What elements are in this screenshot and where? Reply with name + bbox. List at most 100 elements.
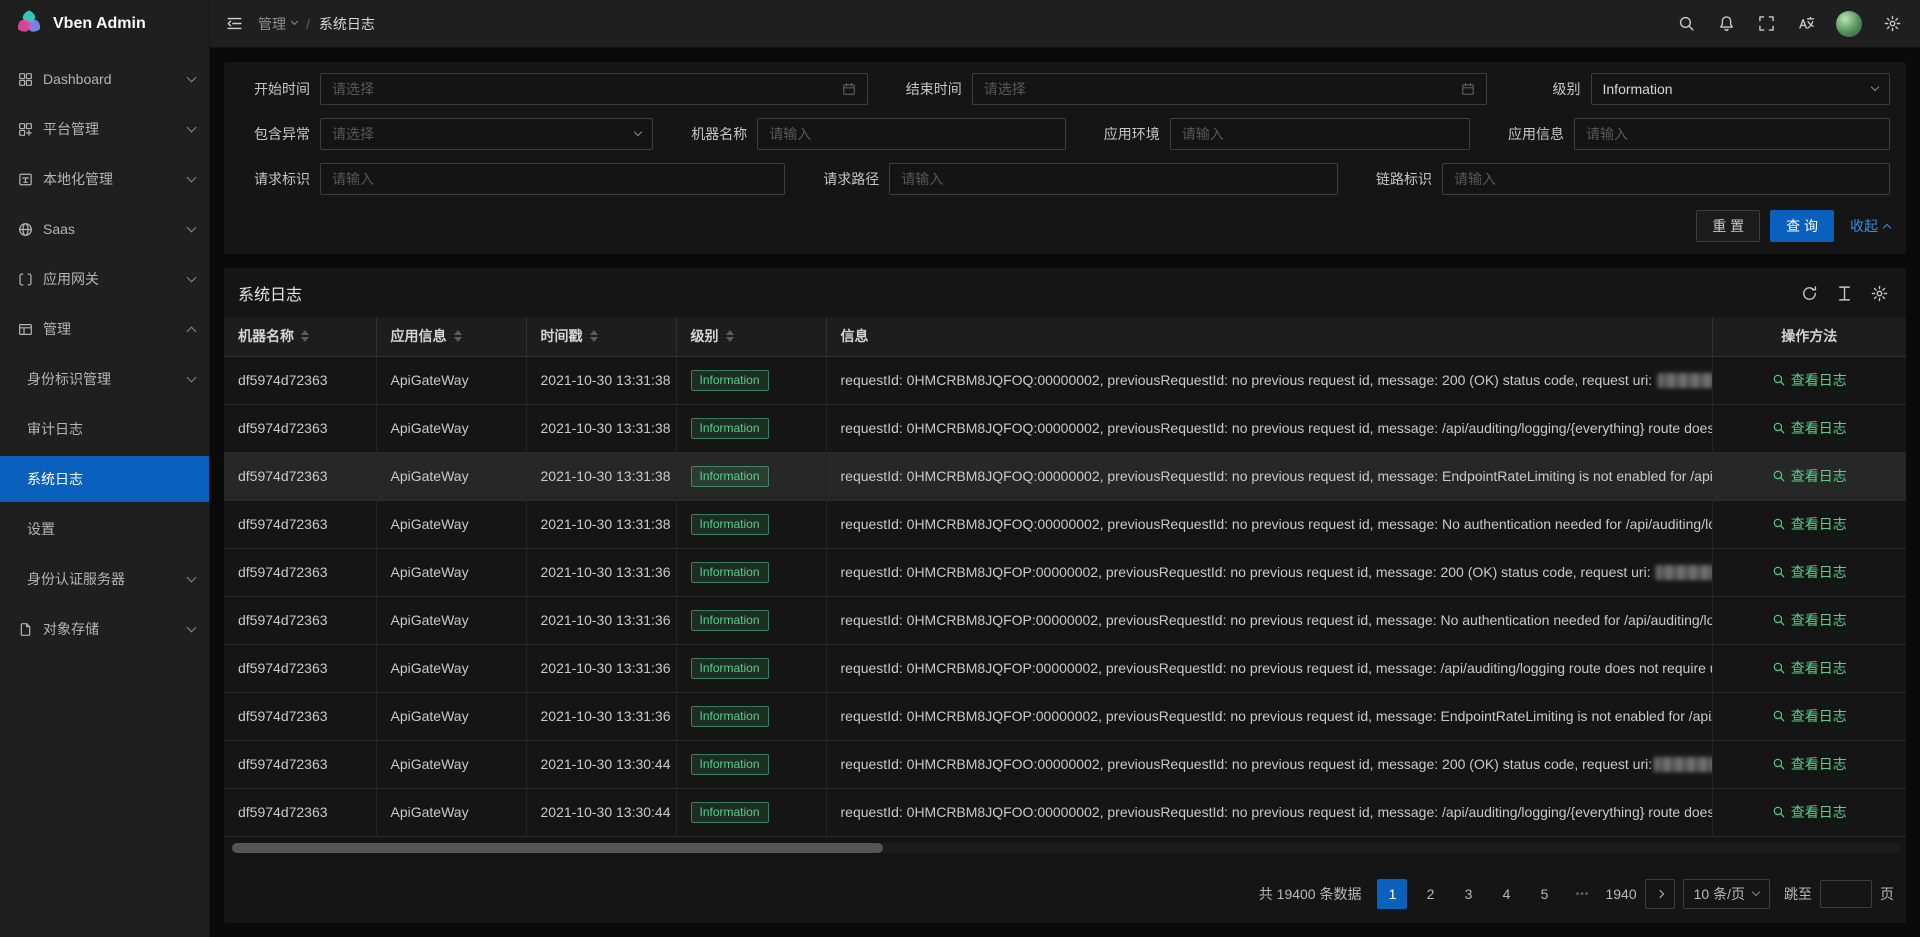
- page-jump-input[interactable]: [1820, 880, 1872, 908]
- view-log-label: 查看日志: [1791, 514, 1847, 534]
- view-log-link[interactable]: 查看日志: [1772, 658, 1847, 678]
- page-size-select[interactable]: 10 条/页: [1683, 879, 1770, 909]
- sidebar-item-auth-server[interactable]: 身份认证服务器: [0, 556, 209, 602]
- collapse-link[interactable]: 收起: [1850, 216, 1890, 236]
- sort-icons[interactable]: [301, 330, 309, 342]
- filter-label: 机器名称: [677, 124, 747, 144]
- start-time-picker[interactable]: 请选择: [320, 73, 868, 105]
- logo[interactable]: Vben Admin: [0, 0, 209, 48]
- include-exception-select[interactable]: 请选择: [320, 118, 653, 150]
- caret-down-icon: [301, 337, 309, 342]
- view-log-link[interactable]: 查看日志: [1772, 610, 1847, 630]
- view-log-link[interactable]: 查看日志: [1772, 370, 1847, 390]
- view-log-link[interactable]: 查看日志: [1772, 514, 1847, 534]
- column-header-machine-name[interactable]: 机器名称: [224, 317, 376, 356]
- view-log-link[interactable]: 查看日志: [1772, 466, 1847, 486]
- column-header-level[interactable]: 级别: [676, 317, 826, 356]
- col-height-icon[interactable]: [1836, 285, 1853, 302]
- sort-icons[interactable]: [454, 330, 462, 342]
- chevron-down-icon: [1871, 83, 1879, 91]
- page-button-1940[interactable]: 1940: [1605, 879, 1636, 909]
- view-log-link[interactable]: 查看日志: [1772, 562, 1847, 582]
- pages-ellipsis[interactable]: •••: [1567, 879, 1597, 909]
- filter-item-request-id: 请求标识: [240, 163, 809, 195]
- sidebar-item-identity-management[interactable]: 身份标识管理: [0, 356, 209, 402]
- page-button-1[interactable]: 1: [1377, 879, 1407, 909]
- cell-message: requestId: 0HMCRBM8JQFOO:00000002, previ…: [826, 740, 1712, 788]
- content: 开始时间请选择结束时间请选择级别Information包含异常请选择机器名称应用…: [210, 48, 1920, 937]
- sidebar-item-object-storage[interactable]: 对象存储: [0, 606, 209, 652]
- cell-level: Information: [676, 644, 826, 692]
- page-button-4[interactable]: 4: [1491, 879, 1521, 909]
- trace-id-input[interactable]: [1442, 163, 1890, 195]
- filter-label: 包含异常: [240, 124, 310, 144]
- column-header-timestamp[interactable]: 时间戳: [526, 317, 676, 356]
- calendar-icon: [1461, 82, 1475, 96]
- sidebar-item-label: 身份认证服务器: [27, 569, 180, 589]
- sidebar-item-admin[interactable]: 管理: [0, 306, 209, 352]
- reset-button[interactable]: 重 置: [1696, 210, 1760, 242]
- sort-icons[interactable]: [590, 330, 598, 342]
- chevron-down-icon: [187, 222, 197, 232]
- scrollbar-thumb[interactable]: [232, 843, 883, 853]
- admin-icon: [18, 322, 33, 337]
- view-log-link[interactable]: 查看日志: [1772, 418, 1847, 438]
- magnifier-icon: [1772, 469, 1786, 483]
- table-toolbar: 系统日志: [224, 268, 1906, 317]
- view-log-label: 查看日志: [1791, 418, 1847, 438]
- filter-row: 包含异常请选择机器名称应用环境应用信息: [240, 118, 1890, 150]
- cell-app-info: ApiGateWay: [376, 500, 526, 548]
- request-id-input[interactable]: [320, 163, 785, 195]
- table-row: df5974d72363ApiGateWay2021-10-30 13:31:3…: [224, 356, 1906, 404]
- sidebar-item-localization[interactable]: 本地化管理: [0, 156, 209, 202]
- app-info-input[interactable]: [1574, 118, 1890, 150]
- level-select[interactable]: Information: [1591, 73, 1891, 105]
- filter-label: 开始时间: [240, 79, 310, 99]
- cell-timestamp: 2021-10-30 13:31:38: [526, 452, 676, 500]
- calendar-icon: [842, 82, 856, 96]
- end-time-picker[interactable]: 请选择: [972, 73, 1487, 105]
- sidebar-item-app-gateway[interactable]: 应用网关: [0, 256, 209, 302]
- breadcrumb-current: 系统日志: [319, 14, 375, 34]
- cell-timestamp: 2021-10-30 13:31:38: [526, 404, 676, 452]
- app-environment-input[interactable]: [1170, 118, 1470, 150]
- page-button-3[interactable]: 3: [1453, 879, 1483, 909]
- settings-icon[interactable]: [1872, 0, 1912, 47]
- view-log-link[interactable]: 查看日志: [1772, 706, 1847, 726]
- notification-icon[interactable]: [1706, 0, 1746, 47]
- request-path-input[interactable]: [889, 163, 1338, 195]
- fullscreen-icon[interactable]: [1746, 0, 1786, 47]
- next-page-button[interactable]: [1645, 879, 1675, 909]
- sidebar-item-audit-logs[interactable]: 审计日志: [0, 406, 209, 452]
- refresh-icon[interactable]: [1801, 285, 1818, 302]
- view-log-link[interactable]: 查看日志: [1772, 754, 1847, 774]
- page-button-2[interactable]: 2: [1415, 879, 1445, 909]
- cell-action: 查看日志: [1712, 644, 1906, 692]
- cell-action: 查看日志: [1712, 596, 1906, 644]
- horizontal-scrollbar[interactable]: [230, 843, 1900, 853]
- translate-icon[interactable]: [1786, 0, 1826, 47]
- sidebar-item-platform-management[interactable]: 平台管理: [0, 106, 209, 152]
- view-log-link[interactable]: 查看日志: [1772, 802, 1847, 822]
- sidebar-item-label: 身份标识管理: [27, 369, 180, 389]
- sidebar-item-dashboard[interactable]: Dashboard: [0, 56, 209, 102]
- saas-icon: [18, 222, 33, 237]
- column-settings-icon[interactable]: [1871, 285, 1888, 302]
- sort-icons[interactable]: [726, 330, 734, 342]
- table-row: df5974d72363ApiGateWay2021-10-30 13:31:3…: [224, 644, 1906, 692]
- machine-name-input[interactable]: [757, 118, 1066, 150]
- sidebar-item-settings[interactable]: 设置: [0, 506, 209, 552]
- breadcrumb-item-admin[interactable]: 管理: [258, 14, 297, 34]
- sidebar-item-saas[interactable]: Saas: [0, 206, 209, 252]
- menu-fold-icon[interactable]: [210, 0, 258, 47]
- page-button-5[interactable]: 5: [1529, 879, 1559, 909]
- filter-item-include-exception: 包含异常请选择: [240, 118, 677, 150]
- column-header-app-info[interactable]: 应用信息: [376, 317, 526, 356]
- avatar[interactable]: [1836, 11, 1862, 37]
- table-row: df5974d72363ApiGateWay2021-10-30 13:31:3…: [224, 404, 1906, 452]
- cell-level: Information: [676, 452, 826, 500]
- sidebar-item-system-logs[interactable]: 系统日志: [0, 456, 209, 502]
- search-button[interactable]: 查 询: [1770, 210, 1834, 242]
- search-icon[interactable]: [1666, 0, 1706, 47]
- table-row: df5974d72363ApiGateWay2021-10-30 13:31:3…: [224, 500, 1906, 548]
